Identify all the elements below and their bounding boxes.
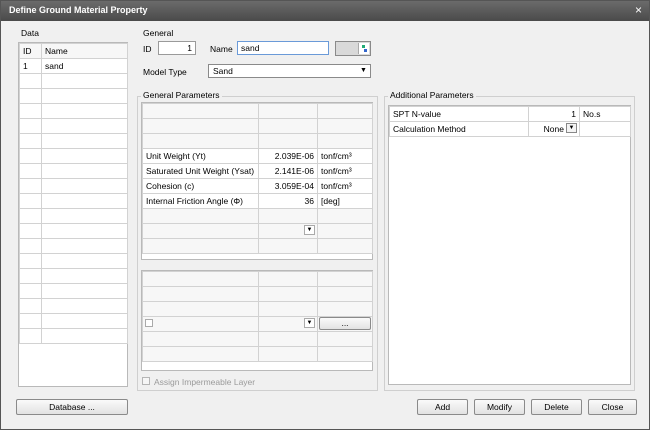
- general-parameters-table: Unit Weight (Yt) 2.039E-06 tonf/cm³ Satu…: [142, 103, 373, 254]
- empty-row: [19, 103, 128, 119]
- empty-row: [19, 313, 128, 329]
- data-list[interactable]: ID Name 1 sand: [18, 42, 128, 387]
- assign-impermeable-checkbox[interactable]: [142, 377, 150, 385]
- param-value[interactable]: 36: [258, 193, 318, 209]
- row-id: 1: [19, 58, 42, 74]
- param-label: Unit Weight (Yt): [142, 148, 259, 164]
- name-label: Name: [210, 44, 233, 54]
- table-row[interactable]: Unit Weight (Yt) 2.039E-06 tonf/cm³: [142, 148, 373, 164]
- empty-row: [19, 193, 128, 209]
- chevron-down-icon[interactable]: ▼: [304, 225, 315, 235]
- empty-row: [19, 148, 128, 164]
- chevron-down-icon: ▼: [360, 67, 367, 74]
- palette-icon: [358, 43, 369, 54]
- general-parameters-lower-grid[interactable]: ▼ ...: [141, 270, 373, 371]
- calculation-method-select[interactable]: None ▼: [528, 121, 580, 137]
- data-group-label: Data: [19, 28, 41, 38]
- general-group-label: General: [141, 28, 176, 38]
- data-table: ID Name 1 sand: [19, 43, 128, 344]
- additional-parameters-table: SPT N-value 1 No.s Calculation Method No…: [389, 106, 631, 137]
- param-label: SPT N-value: [389, 106, 529, 122]
- chevron-down-icon[interactable]: ▼: [304, 318, 315, 328]
- delete-button[interactable]: Delete: [531, 399, 582, 415]
- additional-parameters-label: Additional Parameters: [388, 90, 476, 100]
- empty-row: [19, 88, 128, 104]
- empty-row: [19, 238, 128, 254]
- color-picker-button[interactable]: [335, 41, 371, 56]
- empty-row: [19, 163, 128, 179]
- general-parameters-grid[interactable]: Unit Weight (Yt) 2.039E-06 tonf/cm³ Satu…: [141, 102, 373, 260]
- modify-button[interactable]: Modify: [474, 399, 525, 415]
- data-header-row: ID Name: [19, 43, 128, 59]
- dialog-window: Define Ground Material Property × Data I…: [0, 0, 650, 430]
- row-name: sand: [41, 58, 128, 74]
- param-value[interactable]: 2.039E-06: [258, 148, 318, 164]
- additional-parameters-grid[interactable]: SPT N-value 1 No.s Calculation Method No…: [388, 105, 631, 385]
- table-row[interactable]: SPT N-value 1 No.s: [389, 106, 631, 122]
- assign-impermeable-label: Assign Impermeable Layer: [154, 377, 256, 387]
- empty-row: [19, 253, 128, 269]
- table-row[interactable]: Saturated Unit Weight (Ysat) 2.141E-06 t…: [142, 163, 373, 179]
- chevron-down-icon[interactable]: ▼: [566, 123, 577, 133]
- param-unit: tonf/cm³: [317, 178, 373, 194]
- param-label: Calculation Method: [389, 121, 529, 137]
- add-button[interactable]: Add: [417, 399, 468, 415]
- column-header-name[interactable]: Name: [41, 43, 128, 59]
- param-unit: No.s: [579, 106, 631, 122]
- param-unit: [deg]: [317, 193, 373, 209]
- param-unit: [579, 121, 631, 137]
- close-button[interactable]: Close: [588, 399, 637, 415]
- title-bar[interactable]: Define Ground Material Property ×: [1, 1, 649, 21]
- param-value[interactable]: 1: [528, 106, 580, 122]
- model-type-value: Sand: [213, 66, 233, 76]
- param-value[interactable]: 2.141E-06: [258, 163, 318, 179]
- calculation-method-value: None: [543, 124, 564, 134]
- empty-row: [19, 208, 128, 224]
- table-row[interactable]: 1 sand: [19, 58, 128, 74]
- table-row[interactable]: Cohesion (c) 3.059E-04 tonf/cm³: [142, 178, 373, 194]
- ellipsis-button[interactable]: ...: [319, 317, 371, 330]
- model-type-label: Model Type: [143, 67, 187, 77]
- empty-row: [19, 223, 128, 239]
- database-button[interactable]: Database ...: [16, 399, 128, 415]
- param-label: Internal Friction Angle (Φ): [142, 193, 259, 209]
- general-parameters-label: General Parameters: [141, 90, 222, 100]
- empty-row: [19, 298, 128, 314]
- empty-row: [19, 328, 128, 344]
- model-type-select[interactable]: Sand ▼: [208, 64, 371, 78]
- column-header-id[interactable]: ID: [19, 43, 42, 59]
- empty-row: [19, 118, 128, 134]
- row-checkbox[interactable]: [145, 319, 153, 327]
- param-value[interactable]: 3.059E-04: [258, 178, 318, 194]
- close-icon[interactable]: ×: [635, 3, 642, 17]
- param-label: Cohesion (c): [142, 178, 259, 194]
- table-row[interactable]: ▼ ...: [142, 316, 373, 332]
- empty-row: [19, 133, 128, 149]
- lower-parameters-table: ▼ ...: [142, 271, 373, 362]
- empty-row: [19, 73, 128, 89]
- table-row[interactable]: Calculation Method None ▼: [389, 121, 631, 137]
- name-input[interactable]: [237, 41, 329, 55]
- table-row[interactable]: Internal Friction Angle (Φ) 36 [deg]: [142, 193, 373, 209]
- window-title: Define Ground Material Property: [9, 5, 148, 15]
- empty-row: [19, 178, 128, 194]
- empty-row: [19, 283, 128, 299]
- param-label: Saturated Unit Weight (Ysat): [142, 163, 259, 179]
- param-unit: tonf/cm³: [317, 163, 373, 179]
- param-unit: tonf/cm³: [317, 148, 373, 164]
- empty-row: [19, 268, 128, 284]
- id-input[interactable]: [158, 41, 196, 55]
- id-label: ID: [143, 44, 152, 54]
